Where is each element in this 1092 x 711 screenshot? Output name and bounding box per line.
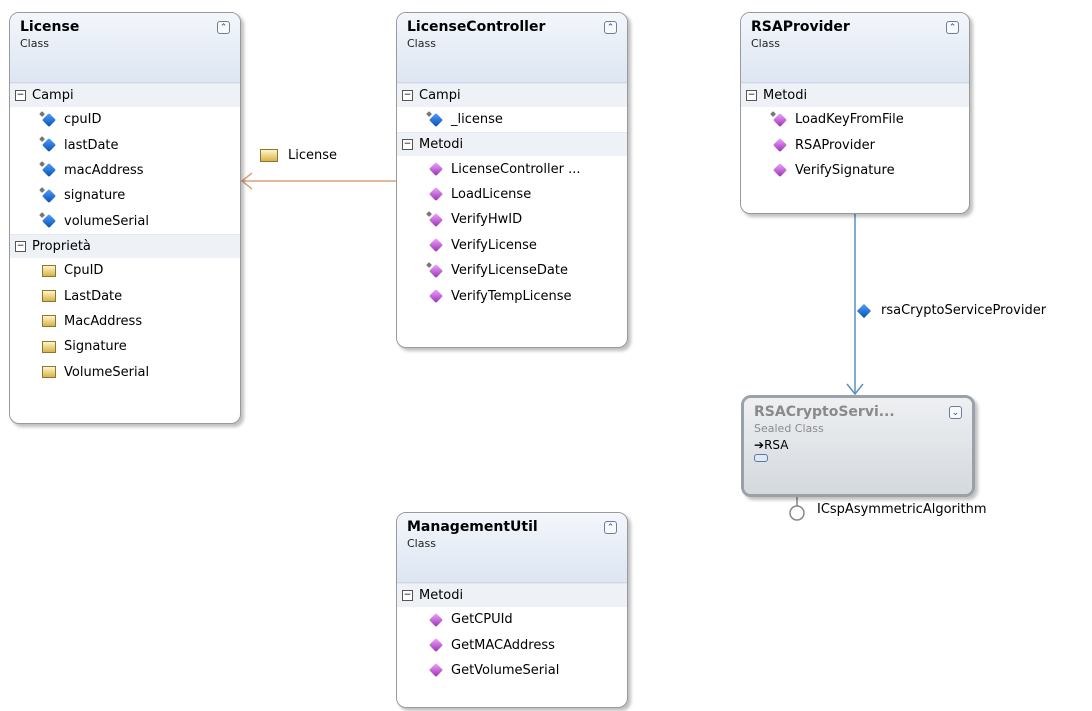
property-icon xyxy=(42,264,56,277)
section-campi[interactable]: − Campi xyxy=(397,83,627,107)
class-stereotype: Class xyxy=(407,37,436,50)
section-proprieta[interactable]: − Proprietà xyxy=(10,233,240,258)
collapse-icon[interactable]: ⌃ xyxy=(217,21,230,34)
member-row[interactable]: VolumeSerial xyxy=(10,360,240,385)
member-row[interactable]: RSAProvider xyxy=(741,132,969,157)
member-row[interactable]: lastDate xyxy=(10,132,240,157)
method-icon xyxy=(773,163,787,178)
interface-label: ICspAsymmetricAlgorithm xyxy=(817,502,987,517)
member-row[interactable]: LoadLicense xyxy=(397,182,627,207)
section-metodi[interactable]: − Metodi xyxy=(397,132,627,157)
member-row[interactable]: GetCPUId xyxy=(397,607,627,632)
method-icon xyxy=(429,187,443,202)
property-icon xyxy=(42,315,56,328)
class-name: RSACryptoServi... xyxy=(754,404,895,420)
class-rsaprovider[interactable]: RSAProvider Class ⌃ − Metodi LoadKeyFromF… xyxy=(740,12,970,214)
private-field-icon xyxy=(42,163,56,178)
collapse-section-icon[interactable]: − xyxy=(402,139,413,151)
collapse-section-icon[interactable]: − xyxy=(15,90,26,101)
method-icon xyxy=(429,162,443,177)
member-row[interactable]: LastDate xyxy=(10,283,240,308)
base-class-row: ➔RSA xyxy=(754,438,789,452)
class-licensecontroller[interactable]: LicenseController Class ⌃ − Campi _licens… xyxy=(396,12,628,348)
member-row[interactable]: signature xyxy=(10,183,240,208)
property-icon xyxy=(42,290,56,303)
member-row[interactable]: VerifyHwID xyxy=(397,207,627,232)
class-header: License Class ⌃ xyxy=(10,13,240,83)
property-icon xyxy=(42,366,56,379)
private-field-icon xyxy=(42,112,56,127)
class-name: License xyxy=(20,19,80,35)
private-field-icon xyxy=(429,112,443,127)
member-row[interactable]: VerifyLicenseDate xyxy=(397,258,627,283)
member-row[interactable]: LicenseController ... xyxy=(397,156,627,181)
class-managementutil[interactable]: ManagementUtil Class ⌃ − Metodi GetCPUId … xyxy=(396,512,628,708)
rsa-association-label: rsaCryptoServiceProvider xyxy=(856,303,1046,318)
expand-icon[interactable]: ⌄ xyxy=(949,406,962,419)
property-icon xyxy=(42,340,56,353)
private-method-icon xyxy=(429,212,443,227)
member-row[interactable]: GetMACAddress xyxy=(397,632,627,657)
license-association-label: License xyxy=(260,148,337,163)
member-row[interactable]: GetVolumeSerial xyxy=(397,658,627,683)
field-icon xyxy=(856,303,872,318)
member-row[interactable]: macAddress xyxy=(10,158,240,183)
member-row[interactable]: VerifyLicense xyxy=(397,233,627,258)
method-icon xyxy=(429,238,443,253)
collapse-section-icon[interactable]: − xyxy=(402,90,413,101)
class-name: ManagementUtil xyxy=(407,519,538,535)
class-stereotype: Class xyxy=(407,537,436,550)
collapse-section-icon[interactable]: − xyxy=(15,240,26,252)
class-rsacryptoserviceprovider[interactable]: RSACryptoServi... Sealed Class ➔RSA ⌄ xyxy=(741,395,975,497)
private-field-icon xyxy=(42,188,56,203)
method-icon xyxy=(429,638,443,653)
private-method-icon xyxy=(429,263,443,278)
collapse-icon[interactable]: ⌃ xyxy=(604,21,617,34)
class-stereotype: Class xyxy=(751,37,780,50)
collapse-icon[interactable]: ⌃ xyxy=(946,21,959,34)
member-row[interactable]: LoadKeyFromFile xyxy=(741,107,969,132)
interface-lollipop-circle xyxy=(789,505,805,521)
member-row[interactable]: VerifyTempLicense xyxy=(397,283,627,308)
class-header: RSACryptoServi... Sealed Class ➔RSA ⌄ xyxy=(744,398,972,494)
private-field-icon xyxy=(42,138,56,153)
member-row[interactable]: Signature xyxy=(10,334,240,359)
class-stereotype: Sealed Class xyxy=(754,422,824,435)
section-metodi[interactable]: − Metodi xyxy=(397,583,627,607)
member-row[interactable]: volumeSerial xyxy=(10,209,240,234)
collapse-section-icon[interactable]: − xyxy=(402,590,413,601)
class-header: RSAProvider Class ⌃ xyxy=(741,13,969,83)
method-icon xyxy=(429,612,443,627)
section-metodi[interactable]: − Metodi xyxy=(741,83,969,107)
method-icon xyxy=(429,663,443,678)
method-icon xyxy=(429,289,443,303)
member-row[interactable]: cpuID xyxy=(10,107,240,132)
section-campi[interactable]: − Campi xyxy=(10,83,240,107)
private-field-icon xyxy=(42,214,56,229)
class-name: LicenseController xyxy=(407,19,546,35)
interface-icon xyxy=(754,454,768,462)
class-stereotype: Class xyxy=(20,37,49,50)
member-row[interactable]: MacAddress xyxy=(10,309,240,334)
member-row[interactable]: CpuID xyxy=(10,258,240,283)
class-license[interactable]: License Class ⌃ − Campi cpuID lastDate ma… xyxy=(9,12,241,424)
collapse-section-icon[interactable]: − xyxy=(746,90,757,101)
property-icon xyxy=(260,149,278,162)
member-row[interactable]: VerifySignature xyxy=(741,158,969,183)
class-name: RSAProvider xyxy=(751,19,850,35)
private-method-icon xyxy=(773,112,787,127)
method-icon xyxy=(773,138,787,153)
collapse-icon[interactable]: ⌃ xyxy=(604,521,617,534)
class-header: LicenseController Class ⌃ xyxy=(397,13,627,83)
member-row[interactable]: _license xyxy=(397,107,627,132)
class-header: ManagementUtil Class ⌃ xyxy=(397,513,627,583)
inheritance-arrow-icon: ➔ xyxy=(754,438,765,452)
